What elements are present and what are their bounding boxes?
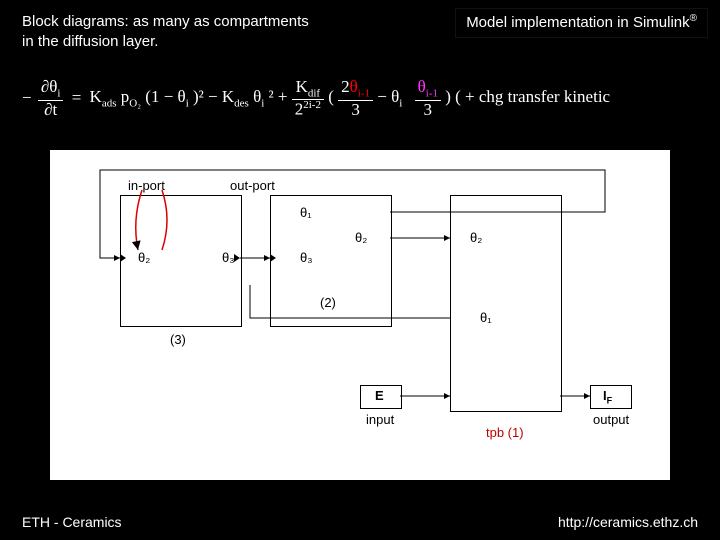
footer-right: http://ceramics.ethz.ch	[558, 514, 698, 530]
description-text: Block diagrams: as many as compartments …	[22, 12, 322, 53]
diagram-panel: in-port out-port θ₁ θ₂ θ₂ θ₂ θ₃ θ₃ θ₁ (2…	[50, 150, 670, 480]
title-bar: Model implementation in Simulink®	[455, 8, 708, 38]
title-text: Model implementation in Simulink	[466, 14, 689, 31]
equation: − ∂θi ∂t = Kads pO₂ (1 − θi )² − Kdes θi…	[22, 78, 698, 126]
footer-left: ETH - Ceramics	[22, 514, 122, 530]
diagram-wires	[50, 150, 670, 480]
title-reg: ®	[690, 13, 697, 24]
